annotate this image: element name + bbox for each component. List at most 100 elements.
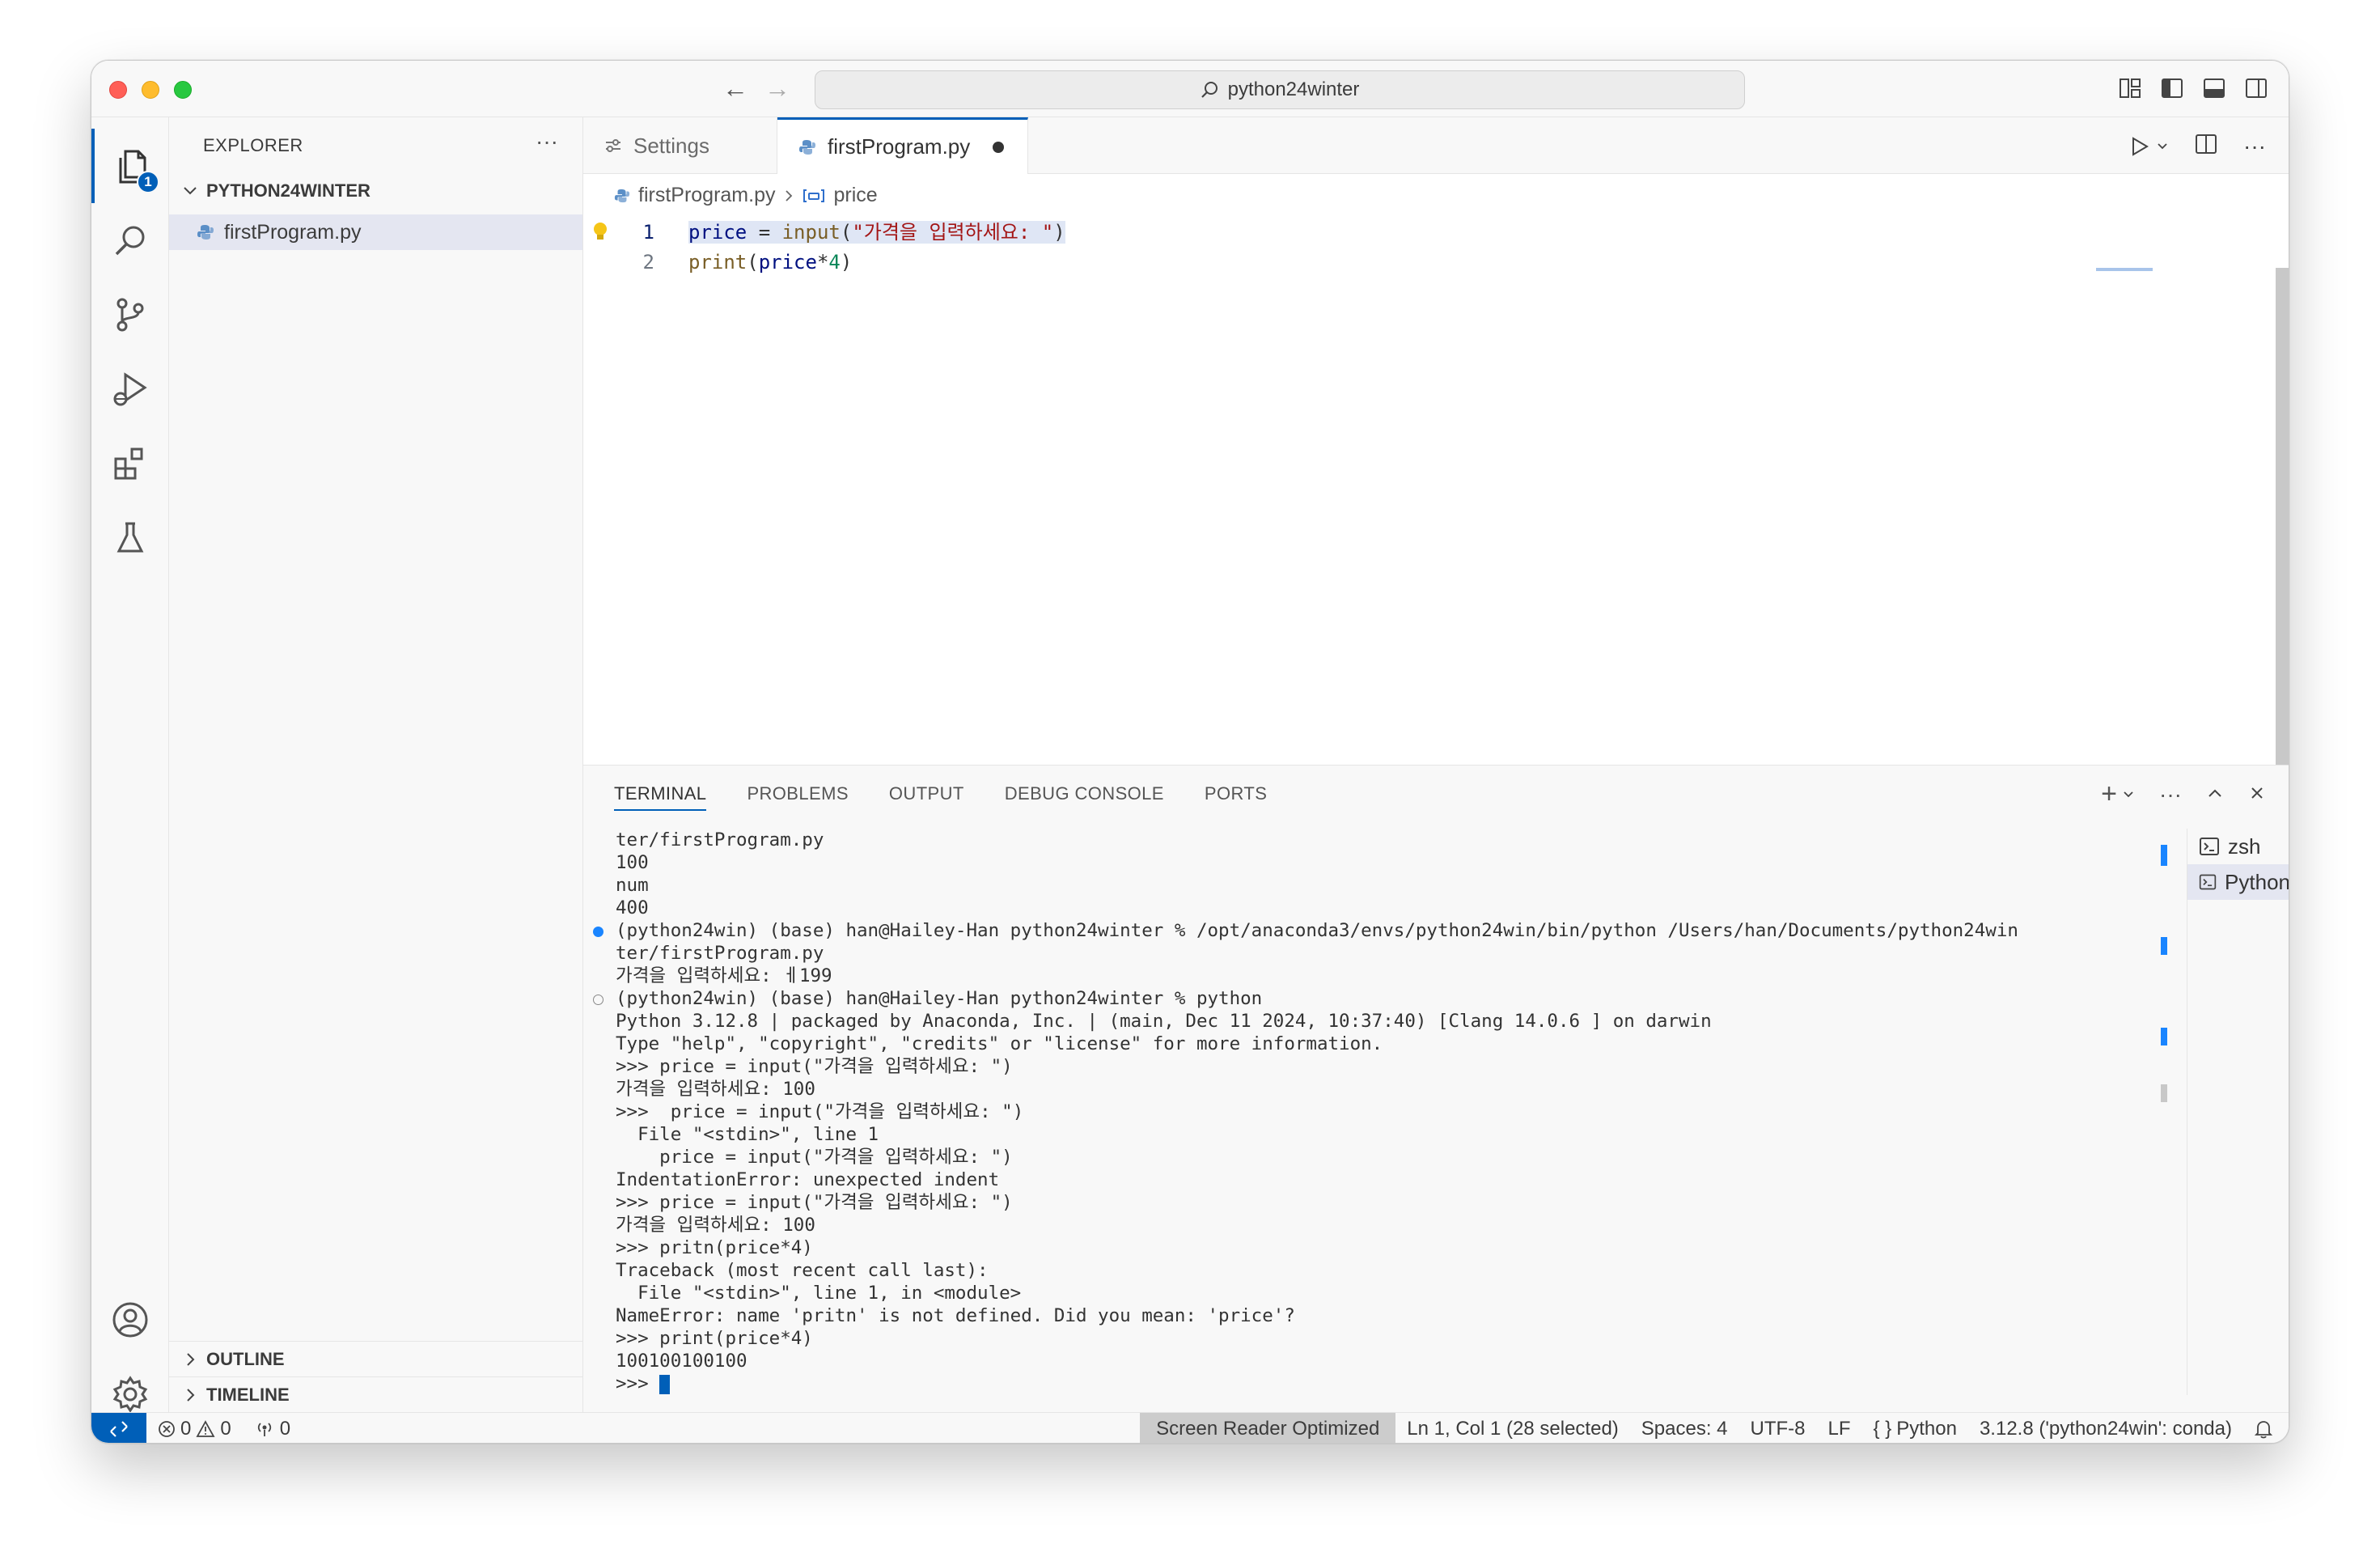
forward-arrow-icon[interactable]: → — [764, 74, 790, 103]
extensions-activity[interactable] — [91, 426, 169, 501]
folder-python24winter[interactable]: PYTHON24WINTER — [182, 180, 371, 201]
remote-icon — [110, 1420, 128, 1437]
line-number: 1 — [642, 221, 654, 244]
chevron-down-icon — [2158, 142, 2167, 149]
toggle-panel-icon[interactable] — [2203, 77, 2225, 100]
toggle-primary-sidebar-icon[interactable] — [2161, 77, 2183, 100]
terminal-line: Type "help", "copyright", "credits" or "… — [616, 1033, 1383, 1054]
tab-settings[interactable]: Settings — [583, 117, 777, 174]
close-window-button[interactable] — [109, 81, 127, 99]
terminal-line: 가격을 입력하세요: 100 — [616, 1079, 815, 1100]
language-mode-status[interactable]: { } Python — [1862, 1413, 1968, 1443]
maximize-window-button[interactable] — [174, 81, 192, 99]
gear-icon — [112, 1376, 148, 1413]
indentation-status[interactable]: Spaces: 4 — [1630, 1413, 1739, 1443]
terminal-line: >>> price = input("가격을 입력하세요: ") — [616, 1101, 1024, 1122]
outline-section[interactable]: OUTLINE — [169, 1341, 582, 1376]
tab-firstprogram[interactable]: firstProgram.py — [777, 117, 1028, 174]
encoding-status[interactable]: UTF-8 — [1739, 1413, 1817, 1443]
explorer-activity[interactable]: 1 — [91, 129, 169, 203]
command-success-dot-icon[interactable] — [593, 927, 603, 937]
python-interpreter-status[interactable]: 3.12.8 ('python24win': conda) — [1968, 1413, 2243, 1443]
code-line[interactable]: 1 price = input("가격을 입력하세요: ") — [583, 218, 2289, 248]
chevron-down-icon — [184, 187, 197, 195]
terminal-item-zsh[interactable]: zsh — [2187, 829, 2289, 864]
python-file-icon — [614, 189, 630, 202]
panel-actions: + ··· — [2101, 778, 2266, 810]
explorer-more-button[interactable]: ··· — [536, 129, 558, 155]
tab-problems[interactable]: PROBLEMS — [747, 783, 848, 811]
ports-status[interactable]: 0 — [243, 1413, 302, 1444]
activity-bar: 1 — [91, 117, 169, 1413]
python-file-icon — [799, 139, 815, 155]
breadcrumb-file[interactable]: firstProgram.py — [638, 184, 775, 207]
minimize-window-button[interactable] — [142, 81, 159, 99]
terminal-prompt-line: >>> — [583, 1372, 2193, 1395]
explorer-badge: 1 — [137, 171, 159, 193]
terminal-output[interactable]: ter/firstProgram.py 100 num 400 (python2… — [583, 829, 2193, 1395]
terminal-list: zsh Python — [2187, 829, 2289, 1395]
close-panel-button[interactable] — [2248, 782, 2266, 808]
warning-count: 0 — [220, 1417, 231, 1440]
python-file-icon — [197, 225, 214, 240]
terminal-line: 400 — [616, 897, 649, 918]
terminal-line: 100100100100 — [616, 1351, 747, 1372]
terminal-item-python[interactable]: Python — [2187, 864, 2289, 900]
problems-status[interactable]: 0 0 — [146, 1413, 243, 1444]
source-control-activity[interactable] — [91, 278, 169, 352]
notifications-button[interactable] — [2243, 1413, 2289, 1443]
screen-reader-status[interactable]: Screen Reader Optimized — [1140, 1413, 1396, 1443]
ports-count: 0 — [279, 1417, 291, 1440]
file-firstprogram[interactable]: firstProgram.py — [169, 214, 582, 250]
minimap[interactable] — [2096, 268, 2153, 271]
tab-debug-console[interactable]: DEBUG CONSOLE — [1005, 783, 1164, 811]
maximize-panel-button[interactable] — [2206, 782, 2224, 808]
terminal-line: NameError: name 'pritn' is not defined. … — [616, 1305, 1295, 1326]
back-arrow-icon[interactable]: ← — [722, 74, 748, 103]
extensions-icon — [114, 447, 143, 480]
line-number: 2 — [642, 251, 654, 274]
search-activity[interactable] — [91, 203, 169, 278]
timeline-label: TIMELINE — [206, 1384, 290, 1405]
code-text: print(price*4) — [688, 251, 853, 274]
command-center-search[interactable]: python24winter — [815, 70, 1745, 109]
chevron-down-icon — [2124, 791, 2133, 797]
tab-ports[interactable]: PORTS — [1205, 783, 1267, 811]
chevron-up-icon — [2208, 789, 2221, 797]
toggle-secondary-sidebar-icon[interactable] — [2245, 77, 2268, 100]
split-editor-button[interactable] — [2195, 134, 2217, 159]
testing-activity[interactable] — [91, 501, 169, 575]
run-python-file-button[interactable] — [2130, 136, 2169, 157]
tab-terminal[interactable]: TERMINAL — [614, 783, 707, 811]
timeline-section[interactable]: TIMELINE — [169, 1376, 582, 1412]
unsaved-dot-icon[interactable] — [993, 141, 1005, 153]
editor-more-button[interactable]: ··· — [2243, 134, 2266, 157]
folder-label: PYTHON24WINTER — [206, 180, 371, 201]
lightbulb-icon[interactable] — [591, 221, 609, 244]
chevron-right-icon — [187, 1352, 195, 1366]
code-editor[interactable]: 1 price = input("가격을 입력하세요: ") 2 print(p… — [583, 218, 2289, 278]
outline-label: OUTLINE — [206, 1348, 285, 1369]
remote-indicator-button[interactable] — [91, 1412, 146, 1443]
command-running-dot-icon[interactable] — [593, 995, 603, 1005]
breadcrumb-symbol[interactable]: price — [833, 184, 877, 207]
accounts-activity[interactable] — [91, 1283, 169, 1357]
tab-output[interactable]: OUTPUT — [889, 783, 964, 811]
terminal-line: >>> price = input("가격을 입력하세요: ") — [616, 1192, 1013, 1213]
customize-layout-icon[interactable] — [2119, 77, 2141, 100]
panel-more-button[interactable]: ··· — [2159, 782, 2182, 808]
explorer-sidebar: EXPLORER ··· PYTHON24WINTER firstProgram… — [169, 117, 583, 1412]
cursor-position-status[interactable]: Ln 1, Col 1 (28 selected) — [1395, 1413, 1629, 1443]
source-control-icon — [116, 298, 144, 332]
window-title: python24winter — [1227, 78, 1360, 100]
new-terminal-button[interactable]: + — [2101, 778, 2135, 810]
code-line[interactable]: 2 print(price*4) — [583, 248, 2289, 278]
eol-status[interactable]: LF — [1817, 1413, 1862, 1443]
editor-actions: ··· — [2130, 134, 2266, 159]
explorer-title: EXPLORER — [203, 135, 303, 155]
variable-symbol-icon — [803, 189, 825, 202]
tab-settings-label: Settings — [633, 133, 709, 158]
vscode-window: ← → python24winter 1 EXPLORER ··· PYTHON… — [91, 60, 2289, 1444]
editor-scrollbar[interactable] — [2276, 268, 2289, 794]
run-debug-activity[interactable] — [91, 352, 169, 426]
